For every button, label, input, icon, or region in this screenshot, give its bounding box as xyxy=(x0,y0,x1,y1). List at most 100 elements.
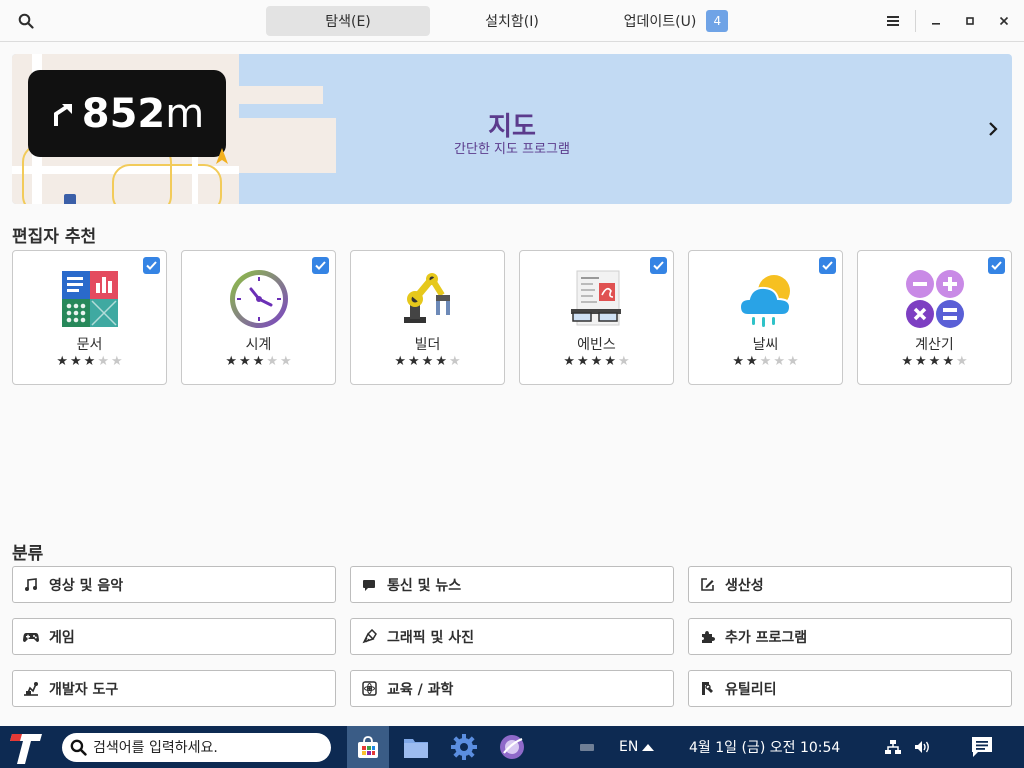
taskbar-keyboard-indicator[interactable] xyxy=(566,726,608,768)
main-menu-button[interactable] xyxy=(880,6,906,36)
tab-installed[interactable]: 설치함(I) xyxy=(430,6,594,36)
minimize-icon xyxy=(932,23,940,25)
search-icon xyxy=(18,13,34,29)
gear-icon xyxy=(451,734,477,760)
category-label: 생산성 xyxy=(725,577,764,594)
category-label: 유틸리티 xyxy=(725,681,777,698)
taskbar-search[interactable] xyxy=(62,733,331,762)
category-developer-tools[interactable]: 개발자 도구 xyxy=(12,670,336,707)
category-label: 통신 및 뉴스 xyxy=(387,577,462,594)
category-utilities[interactable]: 유틸리티 xyxy=(688,670,1012,707)
category-add-ons[interactable]: 추가 프로그램 xyxy=(688,618,1012,655)
check-icon xyxy=(315,261,326,270)
rating-stars: ★ ★ ★ ★ ★ xyxy=(394,354,461,369)
taskbar-app-browser[interactable] xyxy=(491,726,533,768)
taskbar-volume-indicator[interactable] xyxy=(903,726,943,768)
category-label: 추가 프로그램 xyxy=(725,629,808,646)
category-communication-news[interactable]: 통신 및 뉴스 xyxy=(350,566,674,603)
search-icon xyxy=(70,739,87,756)
navigation-distance-card: 852 m xyxy=(28,70,226,157)
tab-installed-label: 설치함(I) xyxy=(485,14,539,30)
category-games[interactable]: 게임 xyxy=(12,618,336,655)
app-name: 문서 xyxy=(76,337,103,353)
category-label: 교육 / 과학 xyxy=(387,681,454,698)
view-tabs: 탐색(E) 설치함(I) 업데이트(U) 4 xyxy=(266,6,758,36)
app-card-weather[interactable]: 날씨 ★ ★ ★ ★ ★ xyxy=(688,250,843,385)
maps-banner-image: 852 m xyxy=(12,54,239,204)
map-extension-1 xyxy=(239,86,323,104)
app-name: 날씨 xyxy=(752,337,779,353)
app-card-evince[interactable]: 에빈스 ★ ★ ★ ★ ★ xyxy=(519,250,674,385)
builder-app-icon xyxy=(404,273,450,323)
category-label: 그래픽 및 사진 xyxy=(387,629,475,646)
network-icon xyxy=(885,740,901,754)
installed-checkmark xyxy=(988,257,1005,274)
taskbar-app-software-center[interactable] xyxy=(347,726,389,768)
paint-icon xyxy=(362,629,377,644)
category-label: 게임 xyxy=(49,629,75,646)
maximize-icon xyxy=(966,17,974,25)
category-video-music[interactable]: 영상 및 음악 xyxy=(12,566,336,603)
start-menu-button[interactable] xyxy=(6,728,46,766)
hamburger-icon xyxy=(887,16,899,26)
tab-updates[interactable]: 업데이트(U) 4 xyxy=(594,6,758,36)
app-card-builder[interactable]: 빌더 ★ ★ ★ ★ ★ xyxy=(350,250,505,385)
close-icon xyxy=(999,16,1009,26)
triangle-up-icon xyxy=(642,744,655,751)
rating-stars: ★ ★ ★ ★ ★ xyxy=(56,354,123,369)
rating-stars: ★ ★ ★ ★ ★ xyxy=(563,354,630,369)
maximize-button[interactable] xyxy=(958,6,982,36)
message-icon xyxy=(972,737,992,757)
taskbar-app-files[interactable] xyxy=(395,726,437,768)
browser-globe-icon xyxy=(500,735,524,759)
nav-distance-unit: m xyxy=(165,90,205,137)
shopping-bag-icon xyxy=(358,736,378,758)
app-name: 빌더 xyxy=(414,337,441,353)
installed-checkmark xyxy=(143,257,160,274)
rating-stars: ★ ★ ★ ★ ★ xyxy=(225,354,292,369)
check-icon xyxy=(991,261,1002,270)
close-button[interactable] xyxy=(992,6,1016,36)
rating-stars: ★ ★ ★ ★ ★ xyxy=(901,354,968,369)
app-card-documents[interactable]: 문서 ★ ★ ★ ★ ★ xyxy=(12,250,167,385)
search-button[interactable] xyxy=(8,6,44,36)
input-language-indicator[interactable]: EN xyxy=(619,726,655,768)
banner-next-button[interactable] xyxy=(982,118,1004,140)
app-name: 시계 xyxy=(245,337,272,353)
input-language-label: EN xyxy=(619,739,639,755)
taskbar-notifications-button[interactable] xyxy=(961,726,1003,768)
edit-icon xyxy=(700,578,714,591)
gamepad-icon xyxy=(23,632,39,642)
minimize-button[interactable] xyxy=(924,6,948,36)
science-icon xyxy=(361,681,377,696)
category-productivity[interactable]: 생산성 xyxy=(688,566,1012,603)
banner-subtitle: 간단한 지도 프로그램 xyxy=(454,142,570,157)
nav-distance: 852 xyxy=(81,90,166,137)
taskbar-search-input[interactable] xyxy=(93,739,313,756)
featured-banner[interactable]: 852 m 지도 간단한 지도 프로그램 xyxy=(12,54,1012,204)
speaker-icon xyxy=(915,741,929,753)
editors-pick-heading: 편집자 추천 xyxy=(12,227,97,247)
tools-icon xyxy=(24,682,38,696)
category-graphics-photo[interactable]: 그래픽 및 사진 xyxy=(350,618,674,655)
installed-checkmark xyxy=(819,257,836,274)
tmax-logo-icon xyxy=(10,734,42,764)
category-label: 개발자 도구 xyxy=(49,681,119,698)
folder-icon xyxy=(404,739,428,758)
app-name: 계산기 xyxy=(915,337,954,353)
rating-stars: ★ ★ ★ ★ ★ xyxy=(732,354,799,369)
taskbar-app-settings[interactable] xyxy=(443,726,485,768)
keyboard-icon xyxy=(580,744,594,751)
app-card-calculator[interactable]: 계산기 ★ ★ ★ ★ ★ xyxy=(857,250,1012,385)
tab-updates-label: 업데이트(U) xyxy=(623,14,697,30)
utility-icon xyxy=(701,682,713,695)
updates-count-badge: 4 xyxy=(706,10,729,32)
chat-bubble-icon xyxy=(363,579,375,591)
category-education-science[interactable]: 교육 / 과학 xyxy=(350,670,674,707)
documents-app-icon xyxy=(62,271,118,327)
header-bar: 탐색(E) 설치함(I) 업데이트(U) 4 xyxy=(0,0,1024,42)
app-card-clock[interactable]: 시계 ★ ★ ★ ★ ★ xyxy=(181,250,336,385)
turn-arrow-icon xyxy=(53,103,72,126)
tab-explore[interactable]: 탐색(E) xyxy=(266,6,430,36)
taskbar-clock[interactable]: 4월 1일 (금) 오전 10:54 xyxy=(689,726,840,768)
